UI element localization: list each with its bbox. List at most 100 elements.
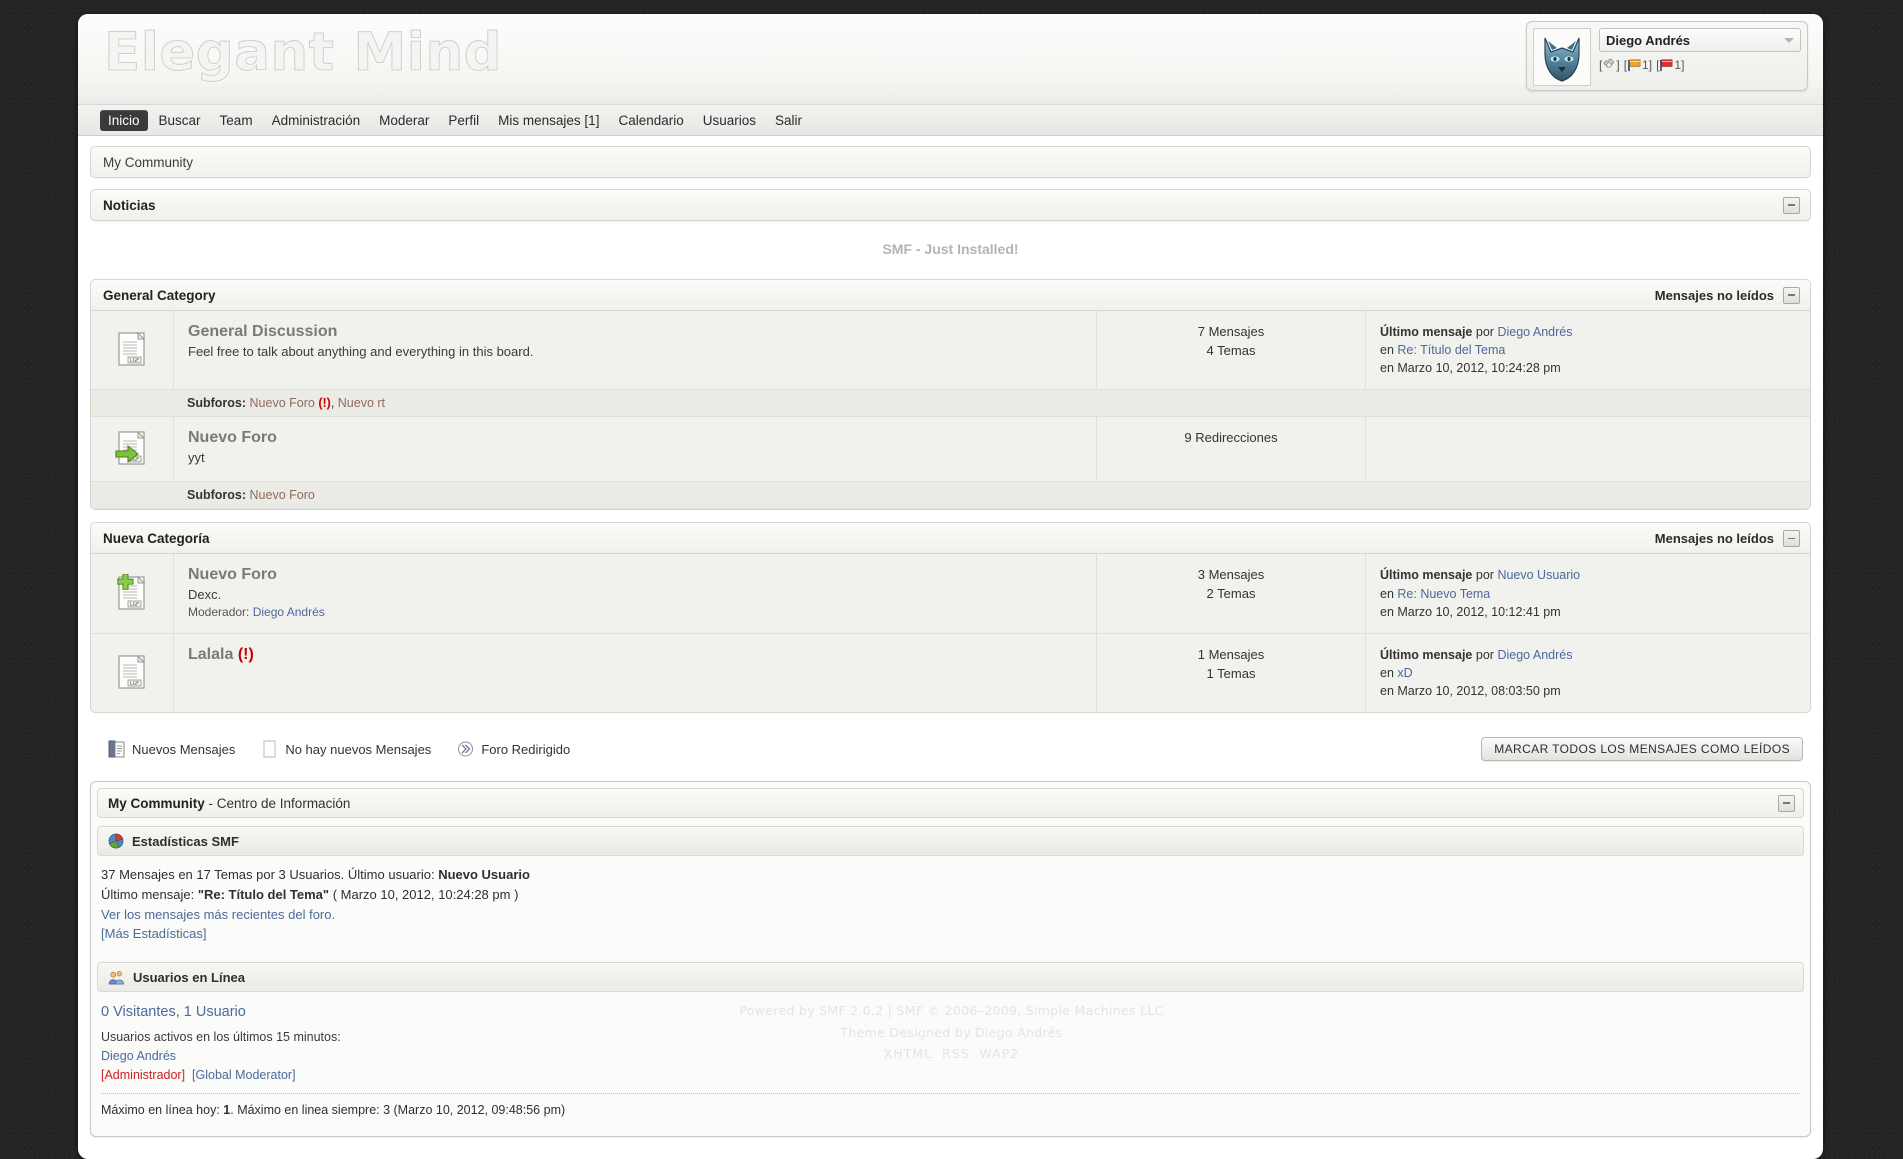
moderator-link[interactable]: Diego Andrés (253, 605, 325, 619)
site-logo: Elegant Mind (103, 22, 503, 84)
collapse-category-button[interactable] (1783, 286, 1800, 304)
board-title-link[interactable]: Nuevo Foro (188, 566, 277, 583)
board-title: General Discussion (188, 323, 1082, 341)
unread-posts-link[interactable]: Mensajes no leídos (1655, 531, 1774, 546)
board-icon[interactable]: LGF (91, 417, 174, 482)
users-icon (108, 970, 124, 985)
more-stats-link[interactable]: [Más Estadísticas] (101, 926, 206, 941)
nav-item-mis-mensajes-1[interactable]: Mis mensajes [1] (490, 110, 607, 131)
collapse-category-button[interactable] (1783, 529, 1800, 547)
unread-messages-link[interactable]: [ 1 ] (1624, 58, 1652, 72)
board-icon[interactable]: LGF (91, 554, 174, 633)
legend-no-new-posts: No hay nuevos Mensajes (261, 739, 431, 759)
unread-posts-link[interactable]: Mensajes no leídos (1655, 288, 1774, 303)
last-post-by: por (1475, 647, 1494, 662)
alerts-link[interactable]: [ 1 ] (1656, 58, 1684, 72)
nav-item-inicio[interactable]: Inicio (100, 109, 148, 131)
board-new-icon: LGF (117, 573, 146, 610)
unread-messages-count: 1 (1642, 58, 1649, 72)
nav-item-perfil[interactable]: Perfil (440, 110, 487, 131)
orange-flag-icon (1628, 59, 1641, 71)
nav-item-administraci-n[interactable]: Administración (264, 110, 369, 131)
nav-item-usuarios[interactable]: Usuarios (695, 110, 764, 131)
online-group-badge[interactable]: [Administrador] (101, 1068, 185, 1082)
category-header: General Category Mensajes no leídos (90, 279, 1811, 311)
nav-item-buscar[interactable]: Buscar (151, 110, 209, 131)
max-today-prefix: Máximo en línea hoy: (101, 1103, 224, 1118)
footer-link-rss[interactable]: RSS (942, 1046, 970, 1061)
board-title: Nuevo Foro (188, 429, 1082, 447)
last-post-by: por (1475, 325, 1494, 339)
last-post-label: Último mensaje (1380, 325, 1473, 339)
last-post-label: Último mensaje (1380, 647, 1473, 662)
board-stats: 9 Redirecciones (1097, 417, 1366, 482)
board-description: yyt (188, 450, 205, 466)
nav-item-team[interactable]: Team (212, 110, 261, 131)
max-today-rest: . Máximo en linea siempre: 3 (Marzo 10, … (230, 1103, 566, 1118)
svg-text:LGF: LGF (130, 358, 139, 364)
board-topics-count: 1 Temas (1206, 665, 1256, 681)
board-legend: Nuevos Mensajes No hay nuevos Mensajes F… (108, 739, 570, 759)
online-section-header: Usuarios en Línea (97, 962, 1804, 993)
news-title: Noticias (103, 197, 156, 213)
info-center-header: My Community - Centro de Información (97, 788, 1804, 819)
online-group-badge[interactable]: [Global Moderator] (192, 1068, 296, 1082)
last-post-author-link[interactable]: Diego Andrés (1497, 325, 1572, 339)
stats-line-4: [Más Estadísticas] (101, 924, 1800, 944)
footer-link-wap2[interactable]: WAP2 (980, 1046, 1020, 1061)
last-post-author-link[interactable]: Diego Andrés (1497, 648, 1572, 662)
online-max-line: Máximo en línea hoy: 1. Máximo en linea … (101, 1101, 1800, 1120)
username-dropdown[interactable]: Diego Andrés (1599, 28, 1801, 52)
board-posts-count: 9 Redirecciones (1184, 430, 1278, 446)
breadcrumb-item-home[interactable]: My Community (103, 155, 193, 170)
last-post-author-link[interactable]: Nuevo Usuario (1497, 568, 1580, 582)
board-row: LGF General Discussion Feel free to talk a… (91, 311, 1810, 391)
subforum-link[interactable]: Nuevo rt (338, 396, 385, 410)
board-info: General Discussion Feel free to talk abou… (174, 311, 1097, 390)
no-new-posts-icon (263, 740, 276, 758)
legend-row: Nuevos Mensajes No hay nuevos Mensajes F… (90, 725, 1811, 767)
news-text: SMF - Just Installed! (882, 241, 1019, 257)
board-description: Feel free to talk about anything and eve… (188, 344, 534, 359)
board-title-link[interactable]: General Discussion (188, 323, 337, 340)
latest-member-link[interactable]: Nuevo Usuario (438, 867, 530, 882)
user-panel: Diego Andrés [ ] [1] [1] (1526, 21, 1808, 91)
nav-item-moderar[interactable]: Moderar (371, 110, 437, 131)
board-icon[interactable]: LGF (91, 311, 174, 390)
board-posts-count: 3 Mensajes (1197, 567, 1265, 583)
last-post-topic-link[interactable]: "Re: Título del Tema" (198, 887, 329, 902)
subforum-link[interactable]: Nuevo Foro (250, 396, 315, 410)
board-row: LGF Nuevo Foro Dexc. Moderador: Diego André… (91, 554, 1810, 634)
subforum-link[interactable]: Nuevo Foro (250, 488, 315, 502)
mark-all-read-button[interactable]: MARCAR TODOS LOS MENSAJES COMO LEÍDOS (1481, 737, 1803, 762)
collapse-news-button[interactable] (1783, 196, 1800, 214)
last-post-topic-link[interactable]: Re: Título del Tema (1397, 343, 1505, 357)
board-list: LGF Nuevo Foro Dexc. Moderador: Diego André… (90, 554, 1811, 714)
board-description: Dexc. (188, 587, 222, 603)
new-indicator: (!) (237, 645, 254, 663)
nav-item-calendario[interactable]: Calendario (610, 110, 691, 131)
user-quick-icons: [ ] [ 1] [1] (1599, 58, 1801, 72)
last-post-date: en Marzo 10, 2012, 10:24:28 pm (1380, 361, 1561, 376)
board-title-link[interactable]: Nuevo Foro (188, 429, 277, 446)
recent-posts-link[interactable]: Ver los mensajes más recientes del foro. (101, 907, 335, 922)
board-topics-count: 2 Temas (1206, 586, 1256, 602)
legend-new-posts: Nuevos Mensajes (108, 739, 235, 759)
footer-link-xhtml[interactable]: XHTML (884, 1046, 932, 1061)
last-post-topic-link[interactable]: xD (1397, 666, 1412, 680)
last-post-topic-link[interactable]: Re: Nuevo Tema (1397, 587, 1490, 601)
collapse-info-center-button[interactable] (1778, 794, 1795, 812)
stats-line-3: Ver los mensajes más recientes del foro. (101, 905, 1800, 925)
board-icon[interactable]: LGF (91, 633, 174, 713)
new-indicator: (!) (318, 396, 331, 411)
info-center-title-strong: My Community (108, 795, 205, 811)
board-off-icon: LGF (118, 654, 146, 689)
nav-item-salir[interactable]: Salir (767, 110, 810, 131)
red-flag-icon (1660, 59, 1673, 71)
board-stats: 1 Mensajes 1 Temas (1097, 633, 1366, 713)
avatar[interactable] (1533, 28, 1591, 86)
settings-link[interactable]: [ ] (1599, 58, 1620, 72)
board-title-link[interactable]: Lalala (188, 646, 233, 663)
board-last-post (1366, 417, 1810, 481)
board-row: LGF Lalala (!) 1 Mensajes 1 Temas Último men… (91, 633, 1810, 713)
